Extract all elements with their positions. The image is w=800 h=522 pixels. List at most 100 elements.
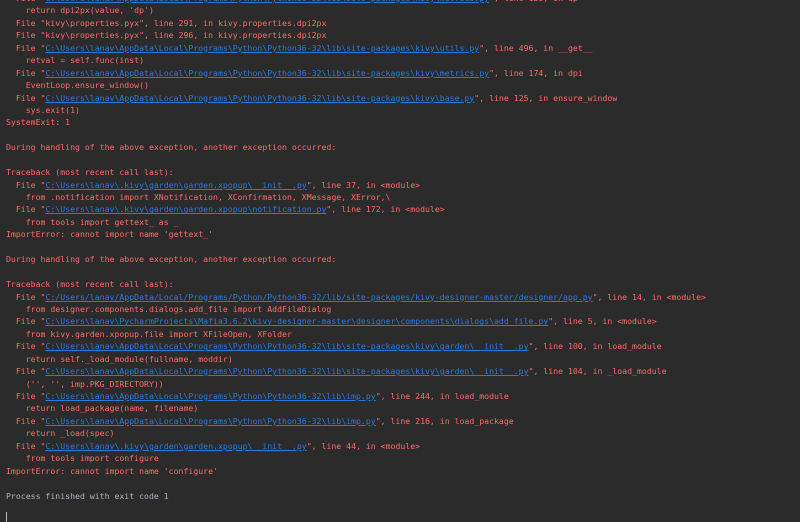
traceback-line: SystemExit: 1 — [6, 116, 800, 128]
line-text: return self._load_module(fullname, moddi… — [25, 353, 233, 364]
file-path-link[interactable]: C:\Users\lanav\AppData\Local\Programs\Py… — [45, 416, 375, 426]
line-text: File "kivy\properties.pyx", line 291, in… — [15, 17, 327, 28]
line-text: During handling of the above exception, … — [6, 254, 337, 265]
traceback-line: File "C:\Users\lanav\.kivy\garden\garden… — [6, 203, 800, 215]
line-text: ", line 244, in load_module — [375, 391, 509, 401]
line-text: File " — [15, 391, 46, 401]
line-text: Process finished with exit code 1 — [6, 490, 169, 501]
traceback-line: return load_package(name, filename) — [6, 402, 800, 414]
traceback-line: File "C:\Users\lanav\AppData\Local\Progr… — [6, 390, 800, 402]
file-path-link[interactable]: C:\Users\lanav\PycharmProjects\Mafia3.6.… — [45, 316, 548, 326]
traceback-line: File "C:/Users/lanav/AppData/Local/Progr… — [6, 291, 800, 303]
traceback-line: File "kivy\properties.pyx", line 296, in… — [6, 29, 800, 41]
text-caret — [6, 512, 7, 522]
file-path-link[interactable]: C:\Users\lanav\AppData\Local\Programs\Py… — [45, 43, 479, 53]
traceback-line: Traceback (most recent call last): — [6, 166, 800, 178]
line-text: ImportError: cannot import name 'gettext… — [6, 229, 214, 240]
traceback-line: EventLoop.ensure_window() — [6, 79, 800, 91]
traceback-line: File "C:\Users\lanav\AppData\Local\Progr… — [6, 67, 800, 79]
line-text: EventLoop.ensure_window() — [25, 80, 149, 91]
file-path-link[interactable]: C:\Users\lanav\AppData\Local\Programs\Py… — [45, 93, 474, 103]
file-path-link[interactable]: C:\Users\lanav\AppData\Local\Programs\Py… — [45, 0, 489, 3]
traceback-line: File "kivy\properties.pyx", line 291, in… — [6, 17, 800, 29]
traceback-line: from tools import gettext_ as _ — [6, 216, 800, 228]
file-path-link[interactable]: C:\Users\lanav\AppData\Local\Programs\Py… — [45, 391, 375, 401]
file-path-link[interactable]: C:\Users\lanav\AppData\Local\Programs\Py… — [45, 341, 528, 351]
line-text: ", line 104, in _load_module — [528, 366, 667, 377]
traceback-line: from kivy.garden.xpopup.file import XFil… — [6, 328, 800, 340]
traceback-line: from designer.components.dialogs.add_fil… — [6, 303, 800, 315]
traceback-line: File "C:\Users\lanav\AppData\Local\Progr… — [6, 365, 800, 377]
line-text: ", line 125, in ensure_window — [474, 92, 618, 103]
file-path-link[interactable]: C:\Users\lanav\AppData\Local\Programs\Py… — [45, 68, 489, 78]
traceback-line: Traceback (most recent call last): — [6, 278, 800, 290]
traceback-line: File "C:\Users\lanav\PycharmProjects\Maf… — [6, 315, 800, 327]
line-text: ImportError: cannot import name 'configu… — [6, 465, 218, 476]
line-text: File " — [15, 366, 46, 377]
file-path-link[interactable]: C:/Users/lanav/AppData/Local/Programs/Py… — [45, 292, 592, 302]
line-text: return load_package(name, filename) — [25, 403, 199, 414]
line-text: During handling of the above exception, … — [6, 142, 337, 153]
traceback-line: return dpi2px(value, 'dp') — [6, 4, 800, 16]
line-text: File " — [15, 415, 46, 426]
traceback-line: sys.exit(1) — [6, 104, 800, 116]
file-path-link[interactable]: C:\Users\lanav\.kivy\garden\garden.xpopu… — [45, 441, 306, 451]
traceback-line: File "C:\Users\lanav\AppData\Local\Progr… — [6, 42, 800, 54]
traceback-line: return self._load_module(fullname, moddi… — [6, 353, 800, 365]
line-text: File " — [15, 341, 46, 352]
line-text: from designer.components.dialogs.add_fil… — [25, 303, 332, 314]
line-text: File " — [15, 440, 46, 451]
line-text: ", line 44, in <module> — [306, 440, 421, 451]
file-path-link[interactable]: C:\Users\lanav\.kivy\garden\garden.xpopu… — [45, 180, 306, 190]
line-text: File " — [15, 67, 46, 78]
line-text: retval = self.func(inst) — [25, 55, 145, 66]
line-text: File " — [15, 316, 46, 327]
line-text: Traceback (most recent call last): — [6, 279, 174, 290]
line-text: ", line 216, in load_package — [375, 415, 514, 426]
line-text: File " — [15, 291, 46, 302]
traceback-line: File "C:\Users\lanav\.kivy\garden\garden… — [6, 440, 800, 452]
line-text: ('', '', imp.PKG_DIRECTORY)) — [25, 378, 164, 389]
line-text: ", line 14, in <module> — [592, 291, 706, 302]
line-text: return dpi2px(value, 'dp') — [25, 5, 154, 16]
run-console-output[interactable]: File "C:\Users\lanav\AppData\Local\Progr… — [0, 0, 800, 504]
traceback-line: ImportError: cannot import name 'gettext… — [6, 228, 800, 240]
line-text: ", line 172, in <module> — [326, 204, 445, 215]
file-path-link[interactable]: C:\Users\lanav\AppData\Local\Programs\Py… — [45, 366, 528, 376]
process-exit-line: Process finished with exit code 1 — [6, 490, 800, 502]
traceback-line: File "C:\Users\lanav\AppData\Local\Progr… — [6, 92, 800, 104]
file-path-link[interactable]: C:\Users\lanav\.kivy\garden\garden.xpopu… — [45, 204, 326, 214]
line-text: ", line 37, in <module> — [306, 179, 421, 190]
line-text: ", line 174, in dpi — [489, 67, 583, 78]
line-text: Traceback (most recent call last): — [6, 167, 174, 178]
line-text: sys.exit(1) — [25, 104, 80, 115]
line-text: File " — [15, 42, 46, 53]
traceback-line: ('', '', imp.PKG_DIRECTORY)) — [6, 378, 800, 390]
traceback-line: During handling of the above exception, … — [6, 141, 800, 153]
traceback-line: File "C:\Users\lanav\AppData\Local\Progr… — [6, 340, 800, 352]
